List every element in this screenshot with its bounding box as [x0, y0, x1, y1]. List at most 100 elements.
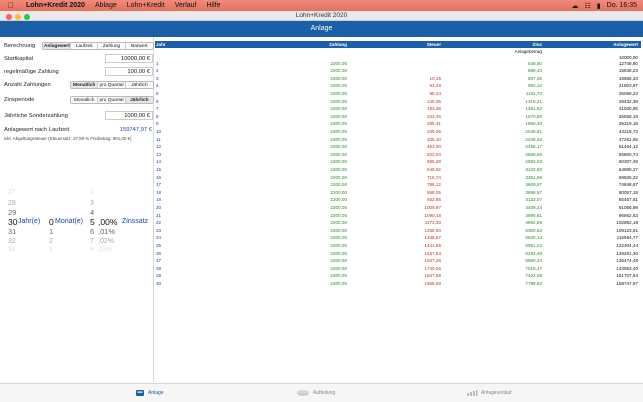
row-year: 5: [156, 90, 159, 96]
table-row[interactable]: 11 2200,00 405,10 2248,32 47261,95: [155, 136, 641, 144]
row-steuer: 786,12: [426, 182, 441, 188]
col-jahr[interactable]: Jahr: [156, 41, 166, 48]
table-row[interactable]: 12 2200,00 463,00 2455,17 51454,12: [155, 143, 641, 151]
table-row[interactable]: 8 2200,00 243,46 1670,80 35558,19: [155, 113, 641, 121]
row-zahlung: 2200,00: [330, 189, 347, 195]
tab-zahlung[interactable]: Zahlung: [98, 43, 126, 49]
zins-monatlich[interactable]: Monatlich: [71, 97, 99, 103]
row-steuer: 1090,18: [424, 212, 441, 218]
tab-aufteilung[interactable]: Aufteilung: [296, 389, 335, 397]
row-steuer: 1009,97: [424, 204, 441, 210]
table-row[interactable]: 23 2200,00 1259,50 5300,83 109123,51: [155, 227, 641, 235]
table-row[interactable]: 28 2200,00 1740,55 7019,47 143953,40: [155, 265, 641, 273]
rate-decimal-wheel[interactable]: ,00% ,01% ,02% ,03%: [98, 189, 117, 256]
row-year: 11: [156, 136, 161, 142]
table-row[interactable]: 10 2200,00 349,26 2048,81 43218,73: [155, 128, 641, 136]
row-year: 20: [156, 204, 162, 210]
table-row[interactable]: 30 2200,00 1958,69 7798,82 159747,97: [155, 280, 641, 288]
table-row[interactable]: 14 2200,00 585,28 2892,03 60307,49: [155, 158, 641, 166]
row-zins: 4409,34: [525, 204, 542, 210]
rate-selected: 5: [90, 216, 95, 227]
sonder-input[interactable]: 1000,00 €: [105, 111, 153, 120]
col-zahlung[interactable]: Zahlung: [329, 41, 347, 48]
row-anlagewert: 151707,84: [616, 273, 638, 279]
month-wheel[interactable]: 0 1 2 3: [49, 189, 54, 256]
table-row[interactable]: 19 2200,00 932,65 4133,07 85457,61: [155, 196, 641, 204]
menu-ablage[interactable]: Ablage: [95, 2, 117, 9]
tab-laufzeit[interactable]: Laufzeit: [71, 43, 99, 49]
menu-clock[interactable]: Do. 16:35: [607, 2, 637, 9]
row-anlagewert: 85457,61: [618, 197, 638, 203]
row-year: 24: [156, 235, 162, 241]
row-year: 1: [156, 60, 159, 66]
anzahl-monatlich[interactable]: Monatlich: [71, 82, 99, 88]
menu-verlauf[interactable]: Verlauf: [175, 2, 197, 9]
apple-icon[interactable]: : [8, 1, 18, 10]
table-row[interactable]: 2 2200,00 689,43 15638,23: [155, 67, 641, 75]
table-row[interactable]: 25 2200,00 1441,55 5951,22 122304,44: [155, 242, 641, 250]
zins-quartal[interactable]: pro Quartal: [98, 97, 126, 103]
zoom-window-icon[interactable]: [24, 13, 30, 20]
row-anlagewert: 47261,95: [618, 136, 638, 142]
table-row[interactable]: 18 2200,00 858,05 3866,57 80057,19: [155, 189, 641, 197]
laufzeit-zins-picker[interactable]: 27 28 29 30 31 32 33 Jahr(e) 0 1 2 3 Mon…: [4, 189, 154, 254]
table-row[interactable]: 22 2200,00 1173,30 4992,85 102882,18: [155, 219, 641, 227]
row-steuer: 349,26: [426, 128, 441, 134]
row-year: 28: [156, 265, 162, 271]
row-steuer: 1348,87: [424, 235, 441, 241]
row-year: 7: [156, 106, 159, 112]
tab-aufteilung-label: Aufteilung: [313, 390, 336, 396]
row-zahlung: 2200,00: [330, 68, 347, 74]
row-zins: 6650,44: [525, 258, 542, 264]
table-row[interactable]: 4 2200,00 53,49 992,12 21803,97: [155, 82, 641, 90]
table-row[interactable]: 24 2200,00 1348,87 5620,13 115594,77: [155, 234, 641, 242]
table-row[interactable]: 6 2200,00 145,05 1319,21 28432,39: [155, 98, 641, 106]
minimize-window-icon[interactable]: [15, 13, 21, 20]
row-year: 14: [156, 159, 162, 165]
table-row[interactable]: 26 2200,00 1537,63 6294,49 129261,30: [155, 250, 641, 258]
table-row[interactable]: 9 2200,00 295,41 1856,40 39319,18: [155, 120, 641, 128]
table-row[interactable]: 29 2200,00 1847,69 7402,09 151707,84: [155, 272, 641, 280]
anzahl-quartal[interactable]: pro Quartal: [98, 82, 126, 88]
table-row[interactable]: 7 2200,00 193,38 1491,82 31930,85: [155, 105, 641, 113]
col-anlagewert[interactable]: Anlagewert: [613, 41, 638, 48]
table-row[interactable]: 17 2200,00 786,12 3609,57 74848,67: [155, 181, 641, 189]
tab-barwert[interactable]: Barwert: [125, 43, 153, 49]
col-zins[interactable]: Zins: [533, 41, 542, 48]
year-wheel[interactable]: 27 28 29 30 31 32 33: [8, 189, 17, 256]
table-row[interactable]: 13 2200,00 523,04 2669,66 55800,74: [155, 151, 641, 159]
row-steuer: 1740,55: [424, 265, 441, 271]
row-zins: 4695,81: [525, 212, 542, 218]
menu-hilfe[interactable]: Hilfe: [206, 2, 220, 9]
tab-anlageverlauf[interactable]: Anlageverlauf: [466, 389, 512, 397]
row-anlagewert: 91056,98: [618, 204, 638, 210]
table-row[interactable]: 3 2200,00 10,15 837,26 18665,34: [155, 75, 641, 83]
battery-icon[interactable]: ▮: [597, 2, 601, 10]
cloud-icon[interactable]: ☁: [572, 2, 579, 10]
table-row[interactable]: 21 2200,00 1090,18 4695,81 96862,63: [155, 212, 641, 220]
zins-jaehrlich[interactable]: Jährlich: [125, 97, 153, 103]
table-row[interactable]: 16 2200,00 716,74 3361,69 69825,22: [155, 174, 641, 182]
anzahl-jaehrlich[interactable]: Jährlich: [125, 82, 153, 88]
col-steuer[interactable]: Steuer: [427, 41, 441, 48]
rate-wheel[interactable]: 2 3 4 5 6 7 8: [90, 189, 95, 256]
close-window-icon[interactable]: [6, 13, 12, 20]
tab-anlage[interactable]: Anlage: [135, 389, 164, 397]
month-unit-label: Monat(e): [55, 217, 84, 225]
table-row[interactable]: 20 2200,00 1009,97 4409,34 91056,98: [155, 204, 641, 212]
table-row[interactable]: 27 2200,00 1637,26 6650,44 136474,48: [155, 257, 641, 265]
table-row[interactable]: 15 2200,00 649,82 3122,60 64980,27: [155, 166, 641, 174]
wifi-icon[interactable]: ☷: [585, 2, 591, 10]
tax-note: inkl. Abgeltungssteuer (Steuersatz: 27,9…: [4, 136, 132, 141]
regzahlung-label: regelmäßige Zahlung: [4, 69, 59, 75]
table-row[interactable]: 5 2200,00 98,44 1152,70 25058,23: [155, 90, 641, 98]
table-row[interactable]: 1 2200,00 548,80 12748,80: [155, 60, 641, 68]
regzahlung-input[interactable]: 100,00 €: [105, 67, 153, 76]
menu-lohnkredit[interactable]: Lohn+Kredit: [127, 2, 165, 9]
menu-app[interactable]: Lohn+Kredit 2020: [26, 2, 85, 9]
row-zahlung: 2200,00: [330, 144, 347, 150]
startkapital-input[interactable]: 10000,00 €: [105, 54, 153, 63]
row-anlagewert: 159747,97: [616, 280, 638, 286]
row-zins: 5300,83: [525, 227, 542, 233]
tab-anlagewert[interactable]: Anlagewert: [43, 43, 71, 49]
